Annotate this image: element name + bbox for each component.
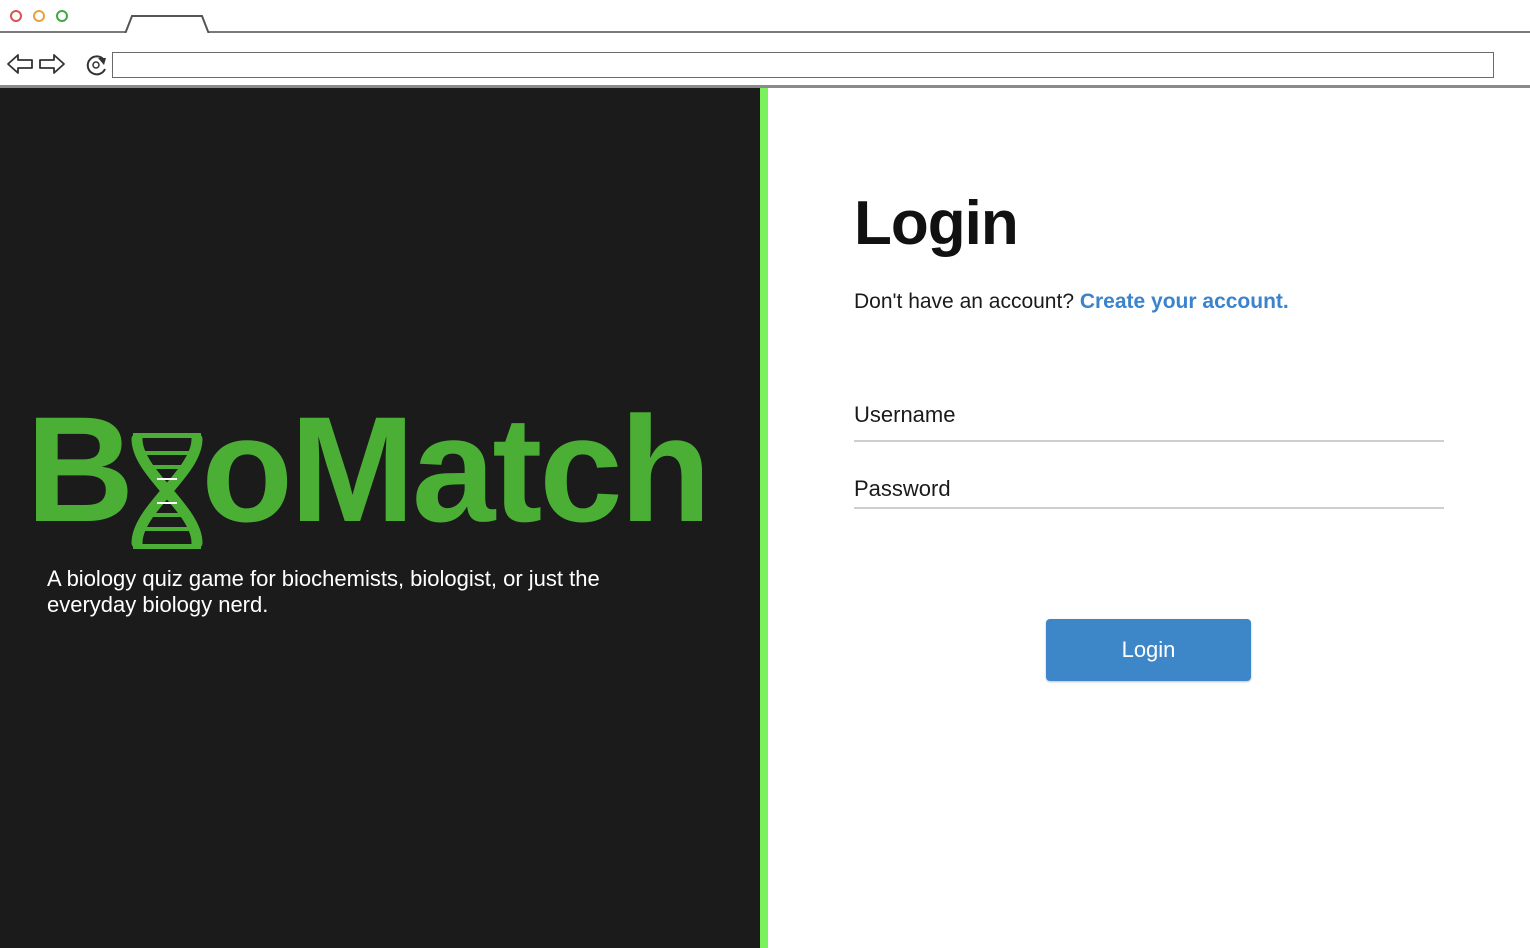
browser-navbar <box>0 33 1530 88</box>
browser-titlebar <box>0 0 1530 35</box>
password-field[interactable]: Password <box>854 476 1444 509</box>
signup-prompt-text: Don't have an account? <box>854 290 1074 313</box>
logo-text-suffix: oMatch <box>201 385 711 553</box>
back-arrow-icon[interactable] <box>6 53 34 80</box>
reload-icon[interactable] <box>84 52 110 83</box>
username-field[interactable]: Username <box>854 402 1444 442</box>
window-maximize-button[interactable] <box>56 10 68 22</box>
address-bar-input[interactable] <box>112 52 1494 78</box>
logo-text-prefix: B <box>26 385 134 553</box>
username-label: Username <box>854 402 956 427</box>
password-label: Password <box>854 476 951 501</box>
signup-prompt-line: Don't have an account? Create your accou… <box>854 290 1289 314</box>
create-account-link[interactable]: Create your account. <box>1080 290 1289 313</box>
dna-helix-icon <box>129 422 205 550</box>
browser-tab[interactable] <box>124 14 210 35</box>
window-close-button[interactable] <box>10 10 22 22</box>
biomatch-logo: B oMatch <box>26 394 711 550</box>
window-minimize-button[interactable] <box>33 10 45 22</box>
tagline: A biology quiz game for biochemists, bio… <box>47 566 600 617</box>
panel-divider <box>760 88 768 948</box>
login-button[interactable]: Login <box>1046 619 1251 681</box>
page-title: Login <box>854 189 1019 258</box>
forward-arrow-icon[interactable] <box>38 53 66 80</box>
